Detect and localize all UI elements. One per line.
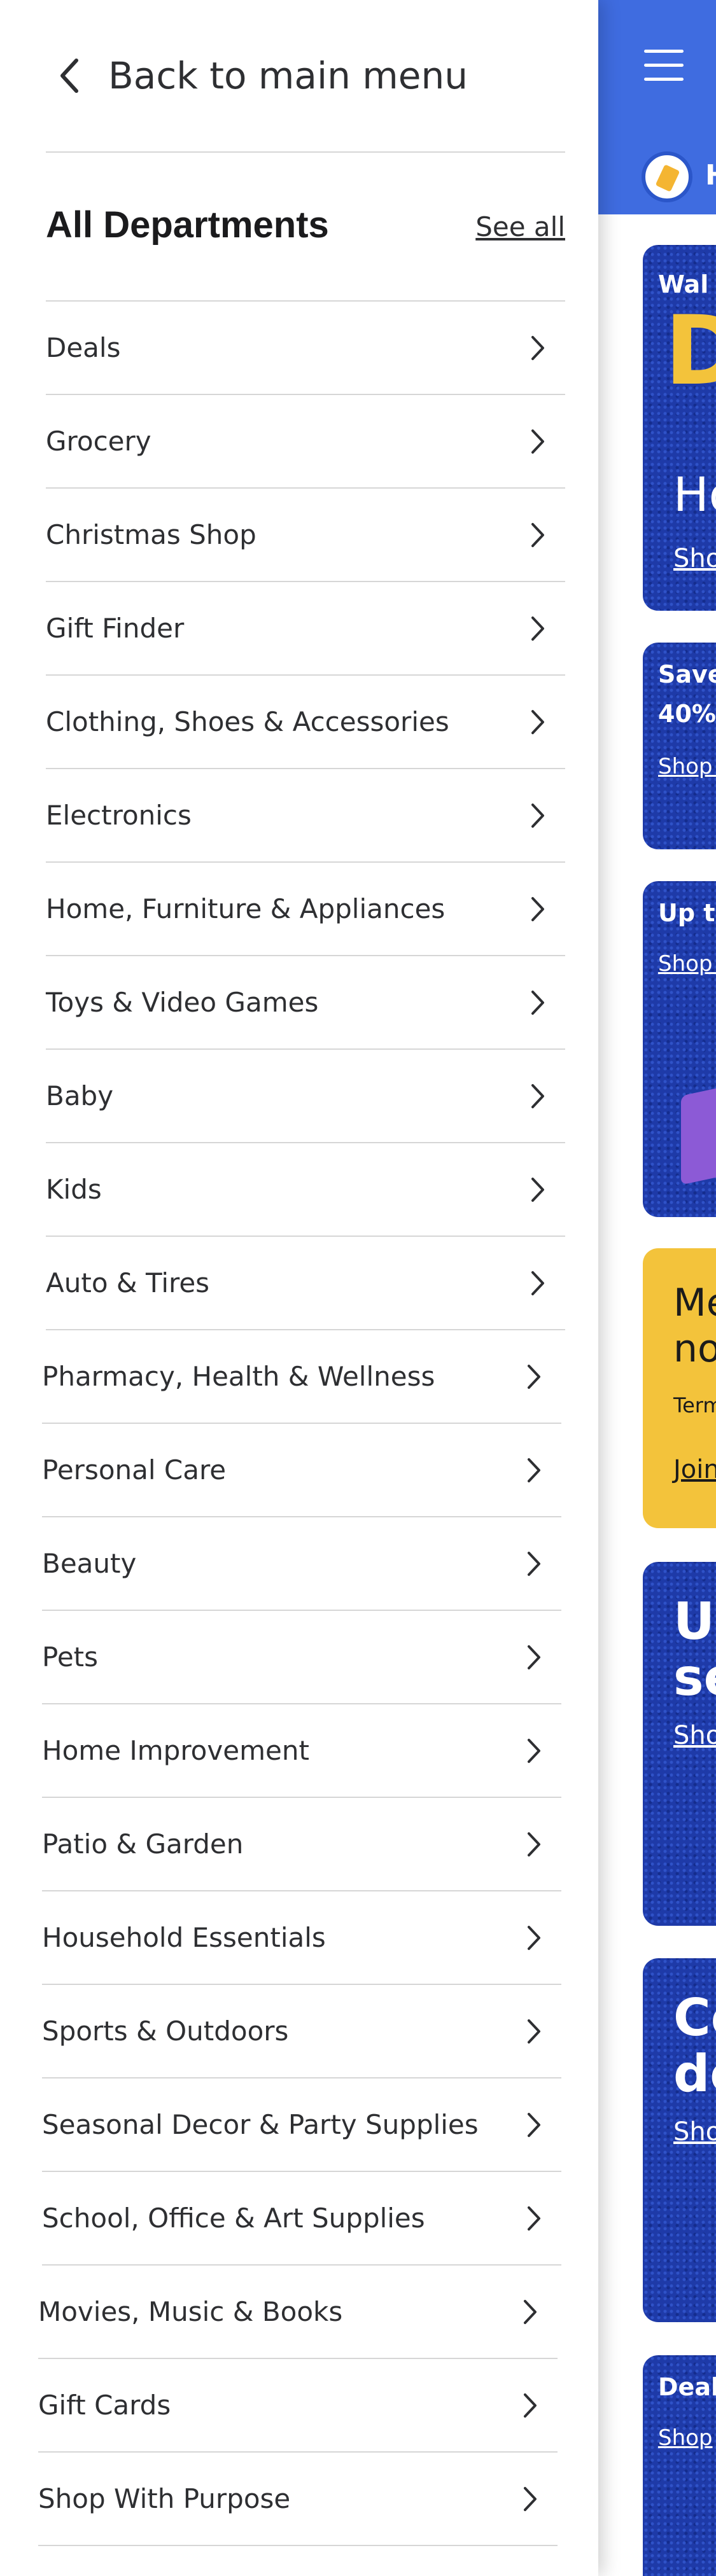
chevron-right-icon [531, 1271, 544, 1295]
see-all-link[interactable]: See all [475, 211, 565, 242]
chevron-right-icon [528, 1645, 540, 1669]
department-item[interactable]: School, Office & Art Supplies [42, 2172, 561, 2266]
chevron-right-icon [531, 616, 544, 641]
section-title: All Departments [46, 204, 329, 246]
department-item-label: Christmas Shop [46, 519, 256, 550]
promo-tile-deals[interactable]: Wal D Ho Shop [643, 245, 716, 611]
chevron-right-icon [531, 522, 544, 547]
department-item-label: Auto & Tires [46, 1267, 210, 1298]
chevron-right-icon [531, 803, 544, 828]
department-item[interactable]: Sports & Outdoors [42, 1985, 561, 2078]
department-item[interactable]: Clothing, Shoes & Accessories [46, 676, 565, 769]
department-item[interactable]: Beauty [42, 1517, 561, 1611]
department-item[interactable]: Christmas Shop [46, 489, 565, 582]
promo-tile-co[interactable]: Co de Sho [643, 1958, 716, 2322]
chevron-right-icon [531, 709, 544, 734]
department-item[interactable]: Movies, Music & Books [38, 2266, 558, 2359]
department-item-label: Sports & Outdoors [42, 2016, 289, 2047]
department-item-label: School, Office & Art Supplies [42, 2203, 425, 2234]
department-item[interactable]: Pets [42, 1611, 561, 1704]
back-to-main-menu-button[interactable]: Back to main menu [46, 0, 565, 153]
department-item[interactable]: Gift Cards [38, 2359, 558, 2453]
store-label: H [705, 159, 716, 191]
membership-tile[interactable]: Me no Term Join [643, 1248, 716, 1528]
chevron-right-icon [524, 2486, 537, 2511]
department-item[interactable]: Toys & Video Games [46, 956, 565, 1050]
department-item-label: Patio & Garden [42, 1828, 244, 1860]
chevron-right-icon [528, 2206, 540, 2231]
menu-icon[interactable] [644, 50, 684, 81]
back-label: Back to main menu [108, 54, 468, 97]
department-item-label: Electronics [46, 800, 192, 831]
chevron-right-icon [528, 1925, 540, 1950]
chevron-left-icon [60, 59, 78, 93]
department-item[interactable]: Auto & Tires [46, 1237, 565, 1330]
chevron-right-icon [528, 1738, 540, 1763]
departments-header: All Departments See all [46, 153, 565, 302]
chevron-right-icon [528, 1551, 540, 1576]
department-item[interactable]: Home Improvement [42, 1704, 561, 1798]
department-item-label: Toys & Video Games [46, 987, 319, 1018]
chevron-right-icon [528, 2019, 540, 2043]
department-item-label: Home Improvement [42, 1735, 309, 1766]
department-item[interactable]: Shop With Purpose [38, 2453, 558, 2546]
department-item-label: Grocery [46, 426, 151, 457]
department-item-label: Baby [46, 1080, 114, 1111]
department-item[interactable]: Pharmacy, Health & Wellness [42, 1330, 561, 1424]
promo-tile-upto[interactable]: Up to Shop r [643, 881, 716, 1217]
department-item-label: Home, Furniture & Appliances [46, 893, 446, 924]
chevron-right-icon [531, 990, 544, 1015]
department-item[interactable]: Kids [46, 1143, 565, 1237]
department-item-label: Kids [46, 1174, 102, 1205]
site-header: H [598, 0, 716, 214]
chevron-right-icon [531, 335, 544, 360]
department-item[interactable]: Seasonal Decor & Party Supplies [42, 2078, 561, 2172]
chevron-right-icon [531, 1177, 544, 1202]
promo-tile-save[interactable]: Save 40% Shop r [643, 643, 716, 849]
department-item[interactable]: Home, Furniture & Appliances [46, 863, 565, 956]
department-item[interactable]: Personal Care [42, 1424, 561, 1517]
department-item-label: Gift Cards [38, 2390, 171, 2421]
chevron-right-icon [528, 1832, 540, 1856]
page: H Wal D Ho Shop Save 40% Shop r Up to Sh… [0, 0, 716, 2576]
department-item-label: Movies, Music & Books [38, 2296, 343, 2327]
department-item[interactable]: Baby [46, 1050, 565, 1143]
department-item-label: Shop With Purpose [38, 2483, 291, 2514]
department-item-label: Pharmacy, Health & Wellness [42, 1361, 435, 1392]
promo-tile-deals-2[interactable]: Deals Shop [643, 2355, 716, 2576]
department-item-label: Household Essentials [42, 1922, 326, 1953]
chevron-right-icon [524, 2299, 537, 2324]
department-item-label: Personal Care [42, 1454, 227, 1486]
chevron-right-icon [524, 2393, 537, 2418]
chevron-right-icon [528, 2112, 540, 2137]
chevron-right-icon [528, 1458, 540, 1482]
department-item[interactable]: Household Essentials [42, 1891, 561, 1985]
department-item-label: Pets [42, 1641, 99, 1673]
background-page: H Wal D Ho Shop Save 40% Shop r Up to Sh… [598, 0, 716, 2576]
chevron-right-icon [531, 429, 544, 454]
chevron-right-icon [531, 1083, 544, 1108]
departments-drawer: Back to main menu All Departments See al… [0, 0, 598, 2576]
department-item[interactable]: Electronics [46, 769, 565, 863]
department-item-label: Gift Finder [46, 613, 185, 644]
chevron-right-icon [531, 896, 544, 921]
department-item[interactable]: Grocery [46, 395, 565, 489]
department-item[interactable]: Patio & Garden [42, 1798, 561, 1891]
department-item-label: Seasonal Decor & Party Supplies [42, 2109, 479, 2140]
product-image [681, 1086, 716, 1185]
department-item-label: Beauty [42, 1548, 137, 1579]
chevron-right-icon [528, 1364, 540, 1389]
department-item[interactable]: Gift Finder [46, 582, 565, 676]
department-item[interactable]: Deals [46, 302, 565, 395]
department-item-label: Deals [46, 332, 121, 363]
promo-tile-up[interactable]: Up se Sho [643, 1562, 716, 1926]
department-item-label: Clothing, Shoes & Accessories [46, 706, 449, 737]
store-icon[interactable] [642, 151, 692, 202]
